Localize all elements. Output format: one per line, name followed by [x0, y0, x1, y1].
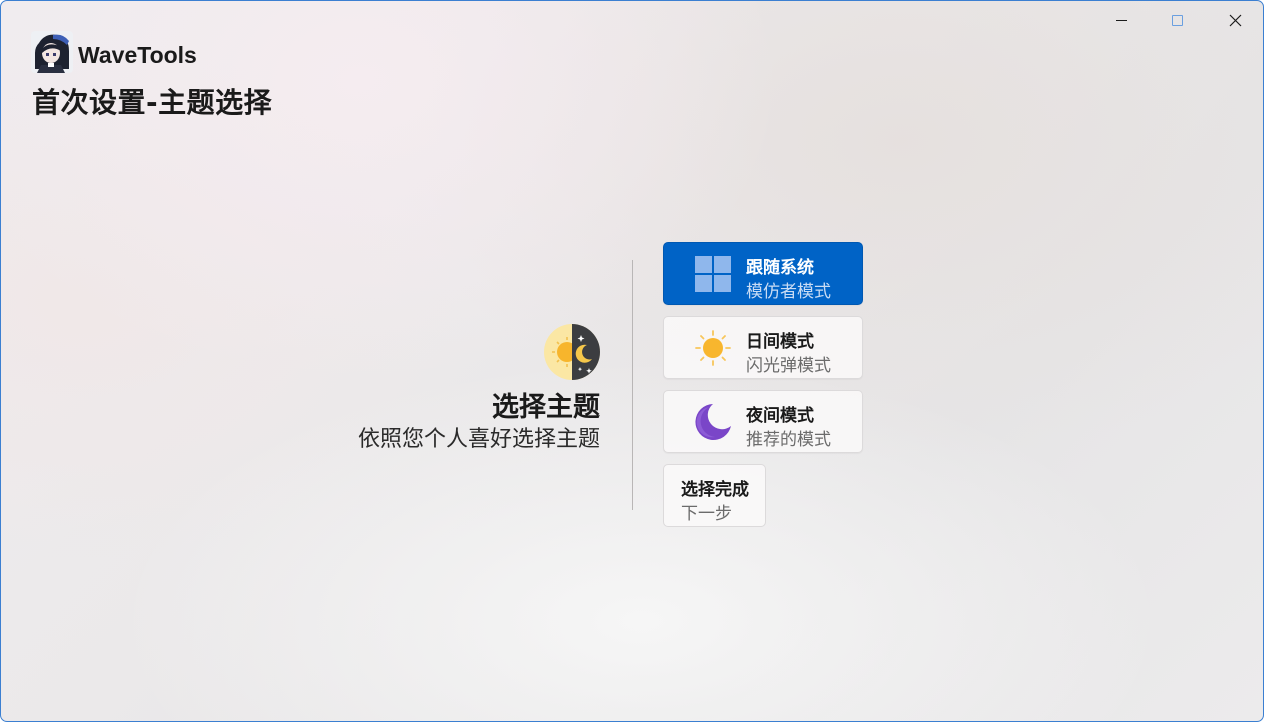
- windows-logo-icon: [695, 256, 731, 292]
- close-icon: [1229, 14, 1241, 26]
- theme-sun-moon-icon: [544, 324, 600, 380]
- option-title: 日间模式: [746, 332, 814, 352]
- sun-icon: [695, 330, 731, 366]
- vertical-divider: [632, 260, 633, 510]
- option-light-mode[interactable]: 日间模式 闪光弹模式: [663, 316, 863, 379]
- option-subtitle: 模仿者模式: [746, 282, 831, 302]
- option-title: 夜间模式: [746, 406, 814, 426]
- minimize-icon: [1115, 19, 1127, 21]
- option-title: 跟随系统: [746, 258, 814, 278]
- section-heading: 选择主题: [492, 392, 600, 423]
- minimize-button[interactable]: [1093, 1, 1149, 39]
- maximize-button[interactable]: [1149, 1, 1205, 39]
- option-dark-mode[interactable]: 夜间模式 推荐的模式: [663, 390, 863, 453]
- maximize-icon: [1171, 14, 1183, 26]
- page-title: 首次设置-主题选择: [32, 86, 273, 119]
- app-avatar: [31, 31, 73, 73]
- done-subtitle: 下一步: [681, 504, 732, 524]
- option-subtitle: 闪光弹模式: [746, 356, 831, 376]
- app-title: WaveTools: [78, 42, 197, 68]
- close-button[interactable]: [1207, 1, 1263, 39]
- done-button[interactable]: 选择完成 下一步: [663, 464, 766, 527]
- option-follow-system[interactable]: 跟随系统 模仿者模式: [663, 242, 863, 305]
- option-subtitle: 推荐的模式: [746, 430, 831, 450]
- app-window: WaveTools 首次设置-主题选择 选择主题 依照您个人喜好选择主题 跟随系…: [0, 0, 1264, 722]
- avatar-icon: [31, 31, 73, 73]
- section-subheading: 依照您个人喜好选择主题: [357, 427, 600, 452]
- moon-icon: [695, 404, 731, 440]
- done-title: 选择完成: [681, 480, 749, 500]
